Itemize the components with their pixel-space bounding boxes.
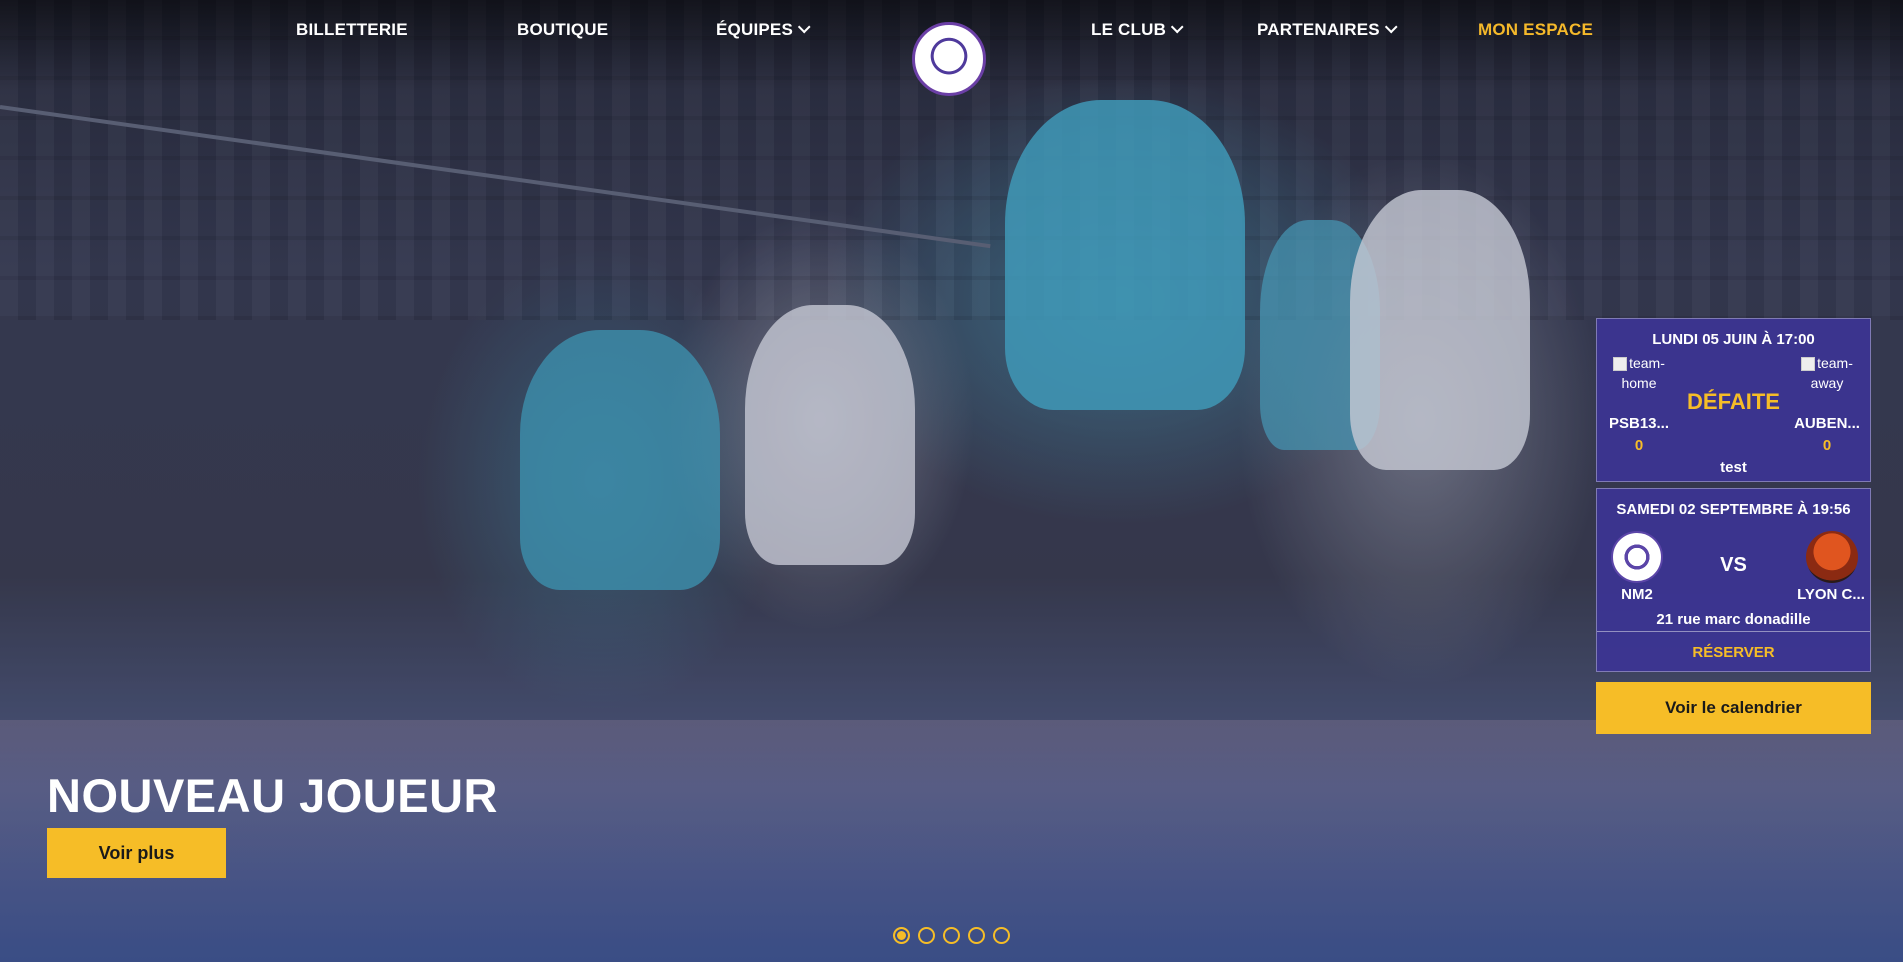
reserver-link[interactable]: RÉSERVER (1597, 644, 1870, 661)
slider-dot-5[interactable] (993, 927, 1010, 944)
nav-billetterie-label: BILLETTERIE (296, 20, 408, 39)
versus-label: VS (1720, 554, 1747, 576)
broken-image-icon (1613, 357, 1628, 372)
nav-partenaires[interactable]: PARTENAIRES (1257, 20, 1398, 40)
slider-dot-1[interactable] (893, 927, 910, 944)
hero-title: NOUVEAU JOUEUR (47, 769, 498, 822)
slider-dots (893, 927, 1010, 944)
nav-boutique[interactable]: BOUTIQUE (517, 20, 608, 40)
slider-dot-4[interactable] (968, 927, 985, 944)
calendar-button[interactable]: Voir le calendrier (1596, 682, 1871, 734)
match-note: test (1720, 459, 1747, 476)
team-away-image: team-away (1797, 353, 1857, 393)
nav-partenaires-label: PARTENAIRES (1257, 20, 1380, 39)
home-team-name: NM2 (1621, 586, 1653, 603)
match-result: DÉFAITE (1687, 389, 1780, 414)
team-home-alt: team-home (1621, 355, 1665, 391)
match-date: SAMEDI 02 SEPTEMBRE À 19:56 (1616, 501, 1851, 518)
nav-boutique-label: BOUTIQUE (517, 20, 609, 39)
nav-mon-espace-label: MON ESPACE (1478, 20, 1594, 39)
slider-dot-2[interactable] (918, 927, 935, 944)
away-score: 0 (1822, 437, 1832, 454)
team-away-alt: team-away (1810, 355, 1853, 391)
nav-mon-espace[interactable]: MON ESPACE (1478, 20, 1593, 40)
match-date: LUNDI 05 JUIN À 17:00 (1652, 331, 1815, 348)
nav-equipes-label: ÉQUIPES (716, 20, 793, 39)
match-panel: LUNDI 05 JUIN À 17:00 team-home team-awa… (1596, 318, 1871, 734)
match-address: 21 rue marc donadille (1656, 611, 1811, 628)
nav-billetterie[interactable]: BILLETTERIE (296, 20, 408, 40)
nav-equipes[interactable]: ÉQUIPES (716, 20, 811, 40)
team-home-image: team-home (1609, 353, 1669, 393)
slider-dot-3[interactable] (943, 927, 960, 944)
match-card-past[interactable]: LUNDI 05 JUIN À 17:00 team-home team-awa… (1596, 318, 1871, 482)
voir-plus-button[interactable]: Voir plus (47, 828, 226, 878)
broken-image-icon (1801, 357, 1816, 372)
club-logo[interactable] (912, 22, 986, 96)
away-team-name: AUBEN... (1794, 415, 1860, 432)
tiger-emblem (920, 30, 978, 88)
home-team-name: PSB13... (1608, 415, 1670, 432)
nav-le-club-label: LE CLUB (1091, 20, 1167, 39)
home-score: 0 (1634, 437, 1644, 454)
nav-le-club[interactable]: LE CLUB (1091, 20, 1184, 40)
away-team-name: LYON C... (1797, 586, 1865, 603)
match-card-upcoming[interactable]: SAMEDI 02 SEPTEMBRE À 19:56 VS NM2 LYON … (1596, 488, 1871, 672)
divider (1597, 631, 1870, 632)
